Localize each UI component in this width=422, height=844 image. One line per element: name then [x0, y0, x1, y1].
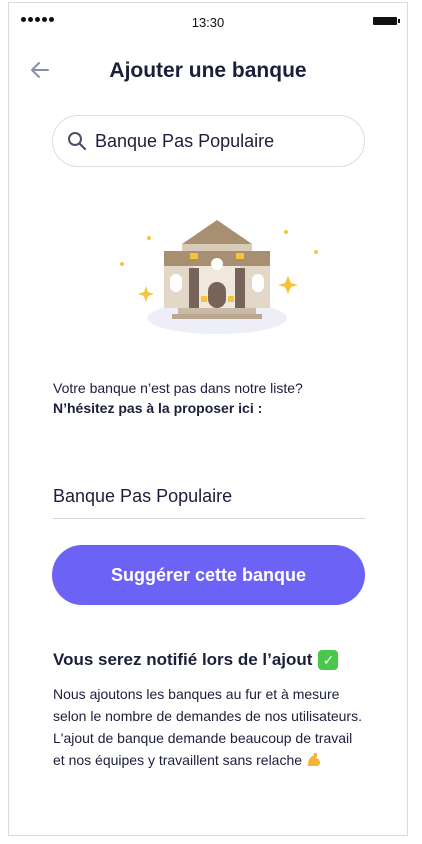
info-text: Votre banque n’est pas dans notre liste?	[53, 380, 303, 396]
search-value: Banque Pas Populaire	[95, 130, 275, 151]
suggest-bank-button[interactable]: Suggérer cette banque	[52, 545, 365, 605]
search-input[interactable]: Banque Pas Populaire	[52, 115, 365, 167]
notify-title-text: Vous serez notifié lors de l’ajout	[53, 650, 313, 669]
notify-body: Nous ajoutons les banques au fur et à me…	[53, 683, 363, 771]
status-time: 13:30	[191, 15, 225, 30]
page-title: Ajouter une banque	[109, 59, 307, 82]
battery-icon	[373, 17, 400, 25]
bank-name-field[interactable]: Banque Pas Populaire	[53, 475, 365, 519]
info-text-bold: N’hésitez pas à la proposer ici :	[53, 400, 263, 416]
search-icon	[68, 132, 87, 151]
app-screen: 13:30 Ajouter une banque Banque Pas Popu…	[8, 2, 408, 836]
bank-building-icon	[120, 220, 318, 334]
notify-title: Vous serez notifié lors de l’ajout ✓	[53, 650, 339, 670]
flexed-bicep-emoji-icon	[308, 753, 321, 766]
check-mark-emoji-icon: ✓	[318, 650, 339, 670]
status-bar: 13:30	[9, 3, 407, 39]
